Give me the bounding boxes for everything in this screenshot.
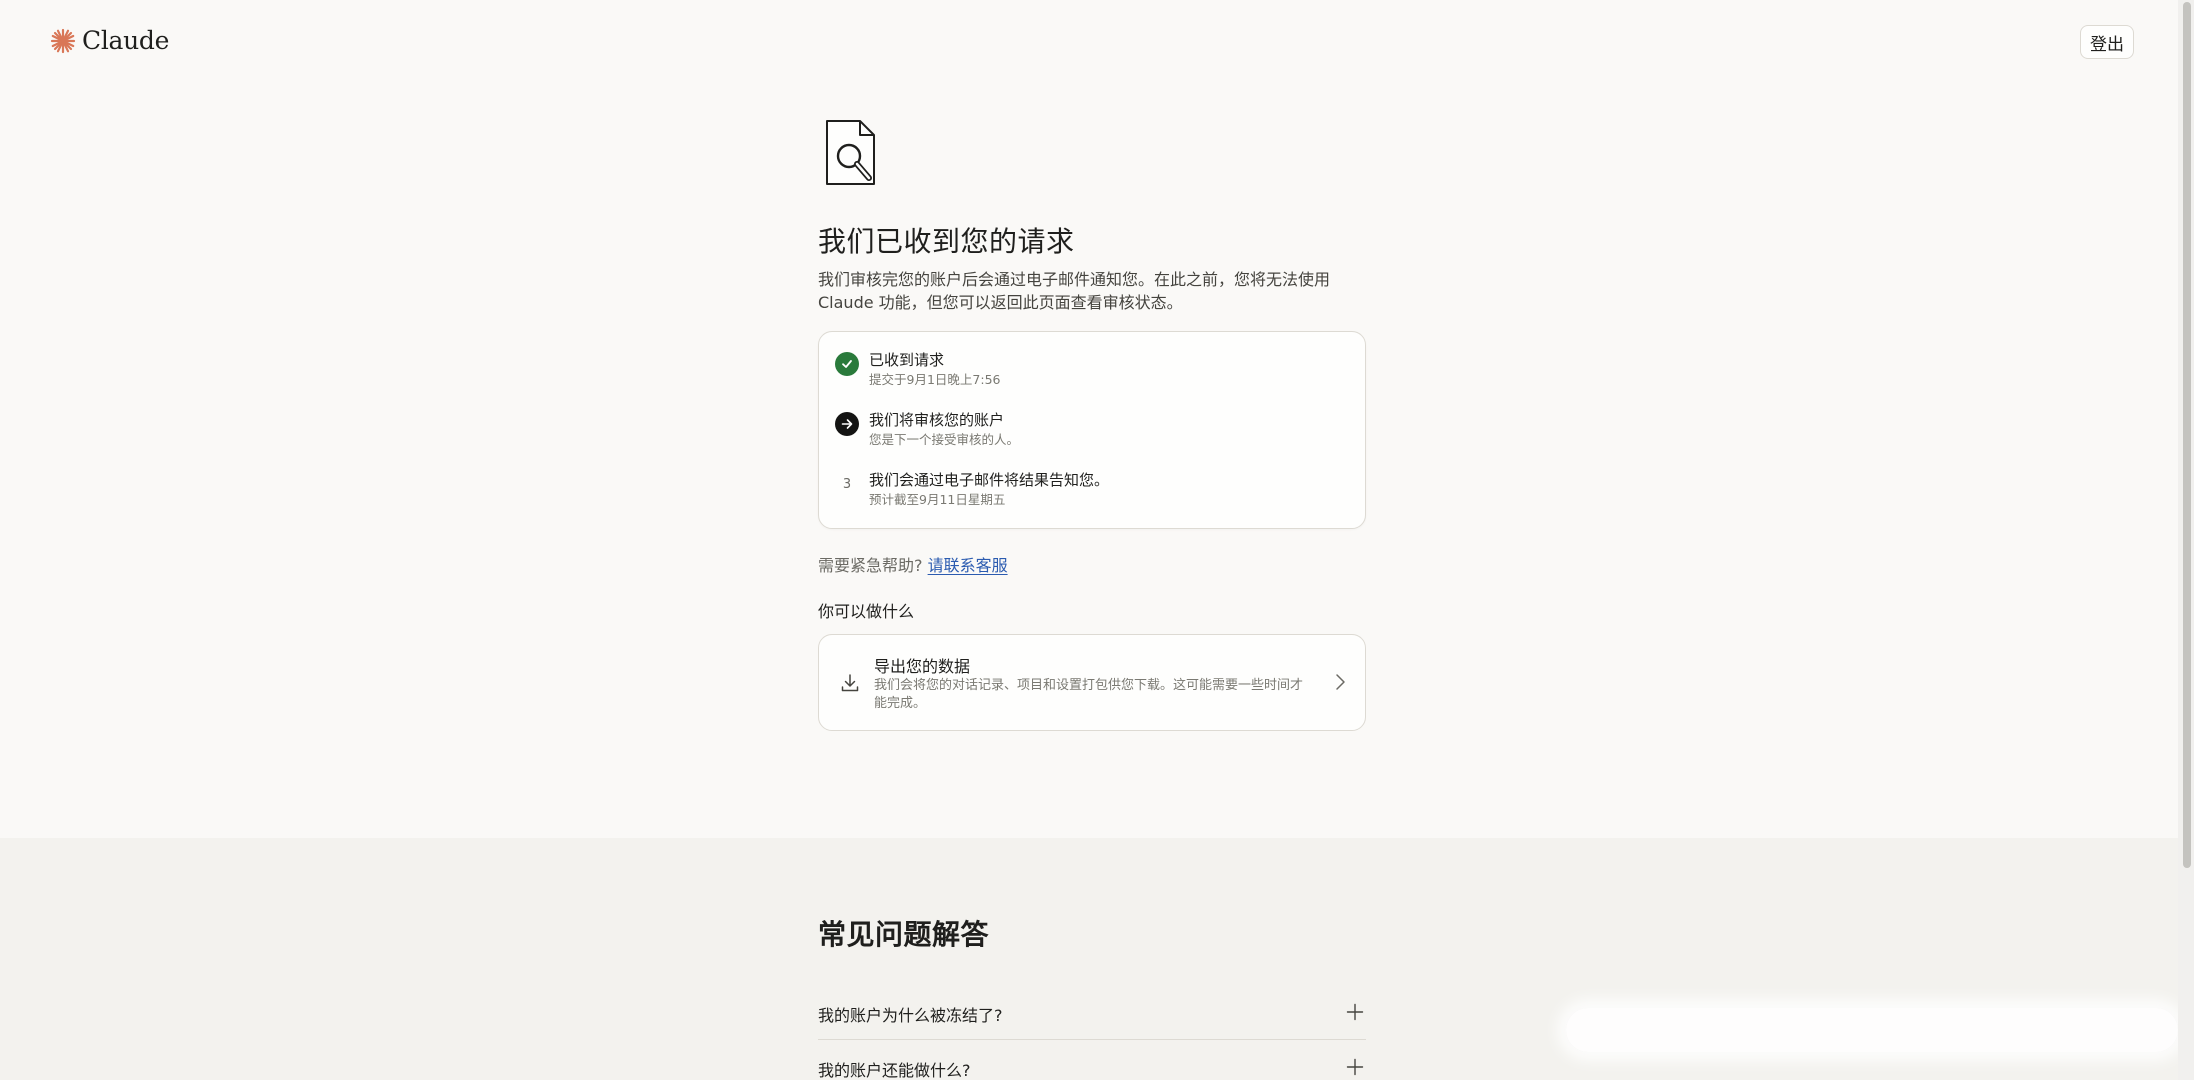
chevron-right-icon xyxy=(1336,674,1345,690)
step-subtitle: 预计截至9月11日星期五 xyxy=(869,492,1006,507)
claude-logo[interactable]: Claude xyxy=(50,26,169,55)
claude-spark-icon xyxy=(50,28,76,53)
faq-item[interactable]: 我的账户还能做什么? xyxy=(818,1041,1366,1080)
faq-question: 我的账户还能做什么? xyxy=(818,1061,971,1080)
step-title: 我们会通过电子邮件将结果告知您。 xyxy=(869,471,1110,489)
floating-widget[interactable] xyxy=(1566,1008,2178,1052)
check-icon xyxy=(835,352,859,376)
export-data-card[interactable]: 导出您的数据 我们会将您的对话记录、项目和设置打包供您下载。这可能需要一些时间才… xyxy=(818,634,1366,731)
plus-icon xyxy=(1346,1003,1364,1021)
step-number: 3 xyxy=(842,476,852,492)
step-email-result: 3 我们会通过电子邮件将结果告知您。 预计截至9月11日星期五 xyxy=(835,470,1109,509)
logout-button[interactable]: 登出 xyxy=(2080,25,2134,59)
scrollbar-thumb[interactable] xyxy=(2183,2,2191,868)
logo-text: Claude xyxy=(82,26,170,55)
faq-item[interactable]: 我的账户为什么被冻结了? xyxy=(818,986,1366,1040)
contact-support-link[interactable]: 请联系客服 xyxy=(928,556,1008,575)
step-request-received: 已收到请求 提交于9月1日晚上7:56 xyxy=(835,350,1000,389)
arrow-right-icon xyxy=(835,412,859,436)
step-title: 我们将审核您的账户 xyxy=(869,411,1005,429)
plus-icon xyxy=(1346,1058,1364,1076)
urgent-help-line: 需要紧急帮助? 请联系客服 xyxy=(818,552,1008,576)
review-status-card: 已收到请求 提交于9月1日晚上7:56 我们将审核您的账户 您是下一个接受审核的… xyxy=(818,331,1366,529)
top-bar: Claude 登出 xyxy=(0,0,2194,84)
faq-question: 我的账户为什么被冻结了? xyxy=(818,1006,1003,1025)
page-title: 我们已收到您的请求 xyxy=(818,225,1075,258)
step-subtitle: 您是下一个接受审核的人。 xyxy=(869,432,1020,447)
faq-title: 常见问题解答 xyxy=(818,918,990,951)
page-description: 我们审核完您的账户后会通过电子邮件通知您。在此之前，您将无法使用 Claude … xyxy=(818,270,1331,312)
step-subtitle: 提交于9月1日晚上7:56 xyxy=(869,372,1001,387)
step-title: 已收到请求 xyxy=(869,351,945,369)
download-icon xyxy=(841,674,859,692)
section-label: 你可以做什么 xyxy=(818,602,915,621)
export-description: 我们会将您的对话记录、项目和设置打包供您下载。这可能需要一些时间才能完成。 xyxy=(874,678,1304,711)
export-title: 导出您的数据 xyxy=(874,657,971,676)
help-text: 需要紧急帮助? xyxy=(818,556,923,575)
document-search-icon xyxy=(826,120,875,185)
step-account-review: 我们将审核您的账户 您是下一个接受审核的人。 xyxy=(835,410,1019,449)
